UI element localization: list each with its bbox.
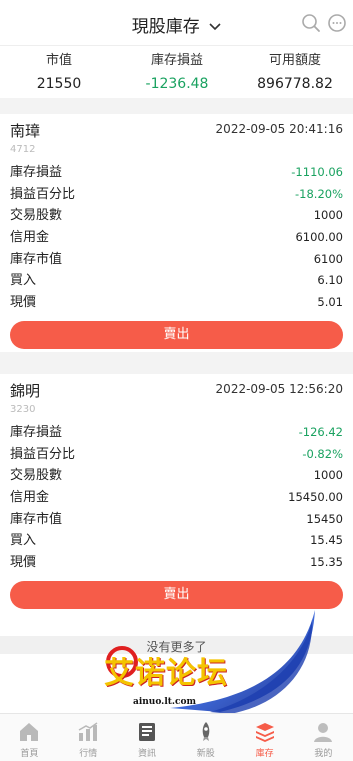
tab-inventory[interactable]: 庫存: [235, 714, 294, 761]
detail-value: -18.20%: [295, 186, 343, 201]
position-card: 錦明 2022-09-05 12:56:20 3230 庫存損益 -126.42 …: [0, 374, 353, 622]
inventory-pnl-block: 庫存損益 -1236.48: [118, 52, 236, 92]
detail-value: -1110.06: [291, 165, 343, 179]
tab-label: 資訊: [137, 749, 156, 759]
detail-row: 損益百分比 -18.20%: [10, 184, 343, 206]
detail-label: 現價: [10, 555, 37, 571]
detail-row: 交易股數 1000: [10, 465, 343, 487]
inventory-pnl-label: 庫存損益: [150, 53, 203, 68]
stock-code: 3230: [10, 404, 36, 415]
page-title: 現股庫存: [131, 17, 200, 37]
detail-label: 庫存市值: [10, 251, 63, 267]
detail-label: 損益百分比: [10, 446, 76, 462]
watermark-text: 艾诺论坛: [104, 656, 228, 691]
detail-row: 買入 15.45: [10, 530, 343, 552]
tab-label: 新股: [196, 749, 215, 759]
detail-row: 信用金 6100.00: [10, 227, 343, 249]
chat-icon[interactable]: [327, 13, 347, 33]
detail-value: 15.35: [310, 555, 343, 570]
stack-layers-icon: [255, 723, 274, 742]
detail-label: 交易股數: [10, 468, 63, 484]
detail-row: 信用金 15450.00: [10, 487, 343, 509]
detail-value: 1000: [313, 208, 343, 223]
divider: [0, 98, 353, 114]
top-header: 現股庫存: [0, 0, 353, 46]
tab-label: 行情: [79, 749, 98, 759]
available-credit-label: 可用額度: [268, 53, 321, 68]
available-credit-value: 896778.82: [257, 76, 333, 92]
detail-value: 15450.00: [288, 490, 343, 505]
detail-label: 買入: [10, 273, 37, 289]
account-summary: 市值 21550 庫存損益 -1236.48 可用額度 896778.82: [0, 46, 353, 98]
tab-ipo[interactable]: 新股: [176, 714, 235, 761]
detail-value: 5.01: [317, 295, 343, 310]
market-value-block: 市值 21550: [0, 52, 118, 92]
detail-row: 現價 15.35: [10, 552, 343, 574]
detail-value: 15450: [306, 511, 343, 526]
detail-value: 6.10: [317, 273, 343, 288]
detail-label: 信用金: [10, 230, 50, 246]
market-value-label: 市值: [45, 53, 72, 68]
detail-label: 現價: [10, 295, 37, 311]
detail-label: 交易股數: [10, 208, 63, 224]
divider: [0, 352, 353, 374]
position-detail-list: 庫存損益 -126.42 損益百分比 -0.82% 交易股數 1000 信用金 1545…: [10, 422, 343, 574]
profile-icon: [314, 723, 333, 742]
detail-label: 損益百分比: [10, 186, 76, 202]
market-value: 21550: [36, 76, 82, 92]
detail-value: 6100.00: [295, 230, 343, 245]
tab-home[interactable]: 首頁: [0, 714, 59, 761]
detail-label: 庫存損益: [10, 425, 63, 440]
stock-name: 錦明: [10, 382, 41, 400]
chevron-down-icon: [209, 23, 221, 31]
detail-row: 庫存損益 -126.42: [10, 422, 343, 444]
sell-button[interactable]: 賣出: [10, 321, 343, 349]
news-icon: [138, 723, 155, 741]
search-icon[interactable]: [301, 13, 321, 33]
home-icon: [20, 723, 39, 741]
bottom-tab-bar: 首頁 行情 資訊 新股 庫存 我的: [0, 713, 353, 761]
detail-value: 1000: [313, 468, 343, 483]
detail-row: 損益百分比 -0.82%: [10, 444, 343, 466]
detail-value: -0.82%: [302, 446, 343, 461]
tab-news[interactable]: 資訊: [118, 714, 177, 761]
detail-label: 買入: [10, 533, 37, 549]
position-time: 2022-09-05 12:56:20: [215, 382, 343, 396]
detail-label: 庫存損益: [10, 165, 63, 180]
detail-row: 交易股數 1000: [10, 205, 343, 227]
stock-name: 南璋: [10, 122, 41, 140]
rocket-icon: [202, 722, 210, 741]
position-card: 南璋 2022-09-05 20:41:16 4712 庫存損益 -1110.06…: [0, 114, 353, 352]
detail-value: 15.45: [310, 533, 343, 548]
market-chart-icon: [78, 722, 98, 741]
watermark-url: ainuo.lt.com: [133, 697, 197, 707]
stock-code: 4712: [10, 144, 36, 155]
tab-label: 我的: [314, 749, 333, 759]
position-time: 2022-09-05 20:41:16: [215, 122, 343, 136]
detail-label: 信用金: [10, 490, 50, 506]
detail-row: 現價 5.01: [10, 292, 343, 314]
tab-profile[interactable]: 我的: [294, 714, 353, 761]
detail-row: 買入 6.10: [10, 270, 343, 292]
detail-value: 6100: [313, 251, 343, 266]
tab-market[interactable]: 行情: [59, 714, 118, 761]
inventory-pnl-value: -1236.48: [145, 76, 209, 92]
detail-row: 庫存市值 6100: [10, 249, 343, 271]
tab-label: 庫存: [255, 749, 274, 759]
detail-value: -126.42: [298, 425, 343, 439]
tab-label: 首頁: [20, 749, 39, 759]
detail-label: 庫存市值: [10, 511, 63, 527]
detail-row: 庫存損益 -1110.06: [10, 162, 343, 184]
position-detail-list: 庫存損益 -1110.06 損益百分比 -18.20% 交易股數 1000 信用金 61…: [10, 162, 343, 314]
available-credit-block: 可用額度 896778.82: [236, 52, 353, 92]
detail-row: 庫存市值 15450: [10, 509, 343, 531]
